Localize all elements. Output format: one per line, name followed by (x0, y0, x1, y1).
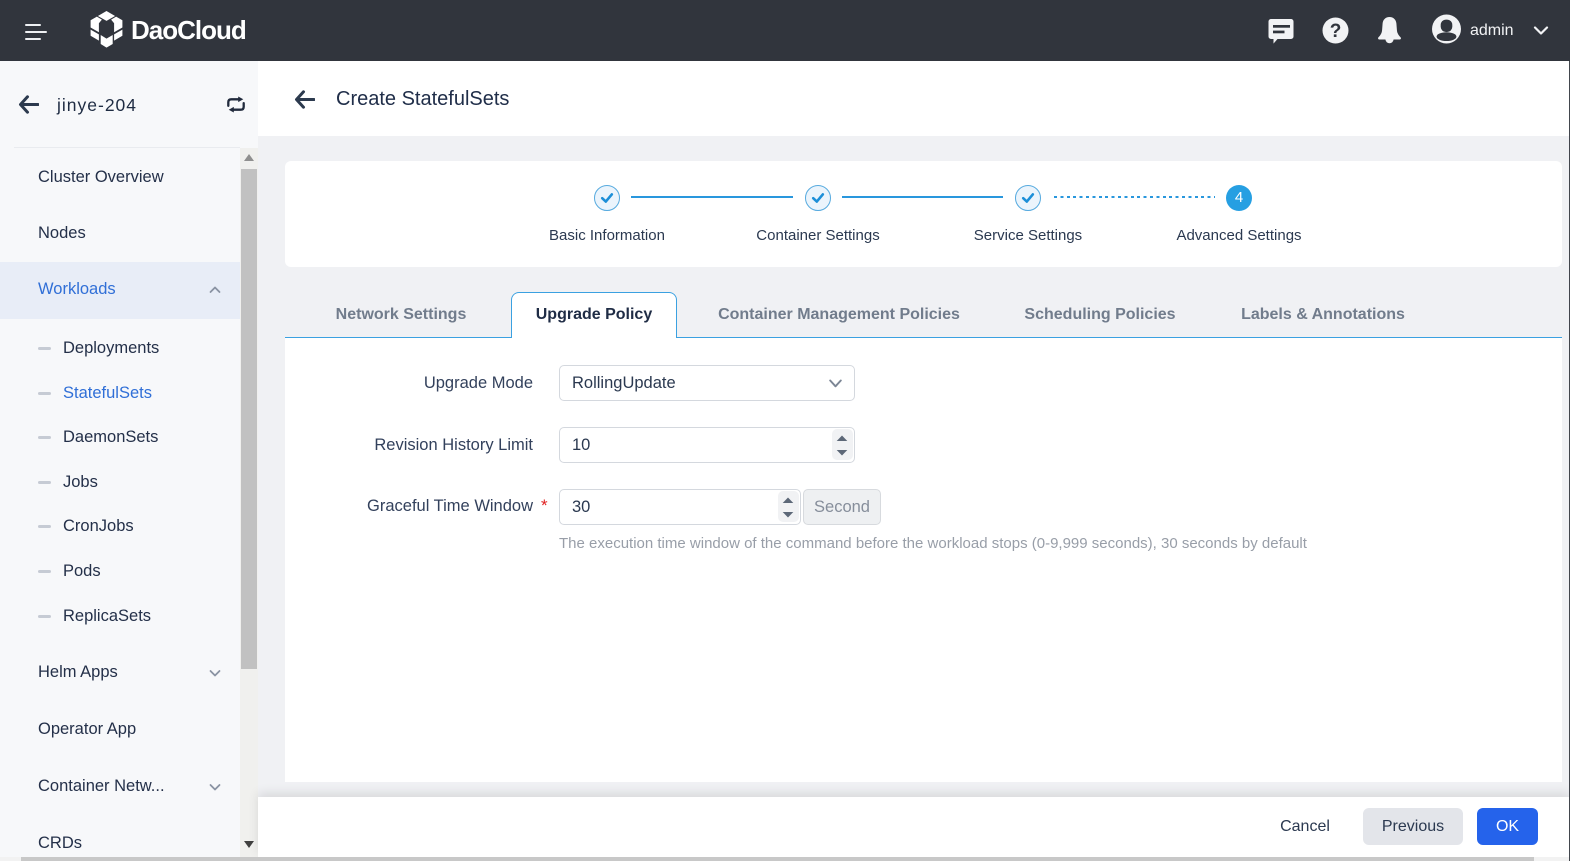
svg-text:?: ? (1330, 21, 1342, 42)
